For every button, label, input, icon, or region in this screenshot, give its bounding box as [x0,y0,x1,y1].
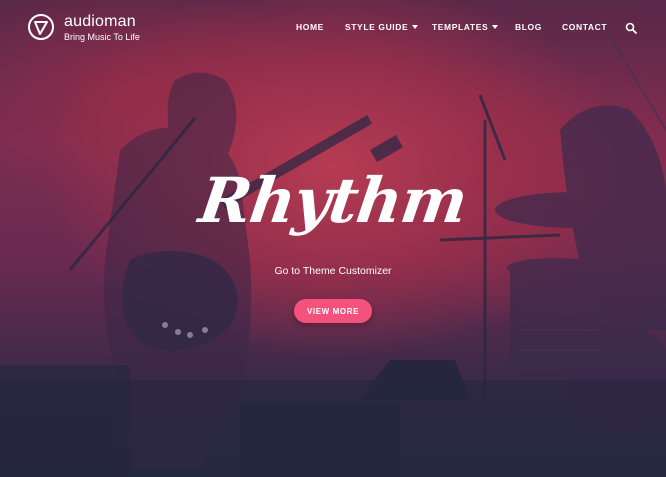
chevron-down-icon [492,25,499,29]
hero-banner: audioman Bring Music To Life HOME STYLE … [0,0,666,477]
nav-contact-label: CONTACT [562,22,608,32]
nav-templates-label: TEMPLATES [432,22,489,32]
main-nav: HOME STYLE GUIDE TEMPLATES BLOG CONTACT [0,22,666,36]
chevron-down-icon [412,25,419,29]
nav-contact[interactable]: CONTACT [562,22,607,32]
nav-home[interactable]: HOME [296,22,324,32]
hero-title: Rhythm [194,164,472,237]
nav-style-guide-label: STYLE GUIDE [345,22,409,32]
nav-home-label: HOME [296,22,324,32]
nav-templates[interactable]: TEMPLATES [432,22,499,32]
band-photo [0,19,666,477]
view-more-button[interactable]: VIEW MORE [294,299,372,323]
hero-subtitle[interactable]: Go to Theme Customizer [0,265,666,277]
nav-blog[interactable]: BLOG [515,22,542,32]
nav-blog-label: BLOG [515,22,542,32]
search-icon[interactable] [625,22,637,34]
nav-style-guide[interactable]: STYLE GUIDE [345,22,419,32]
